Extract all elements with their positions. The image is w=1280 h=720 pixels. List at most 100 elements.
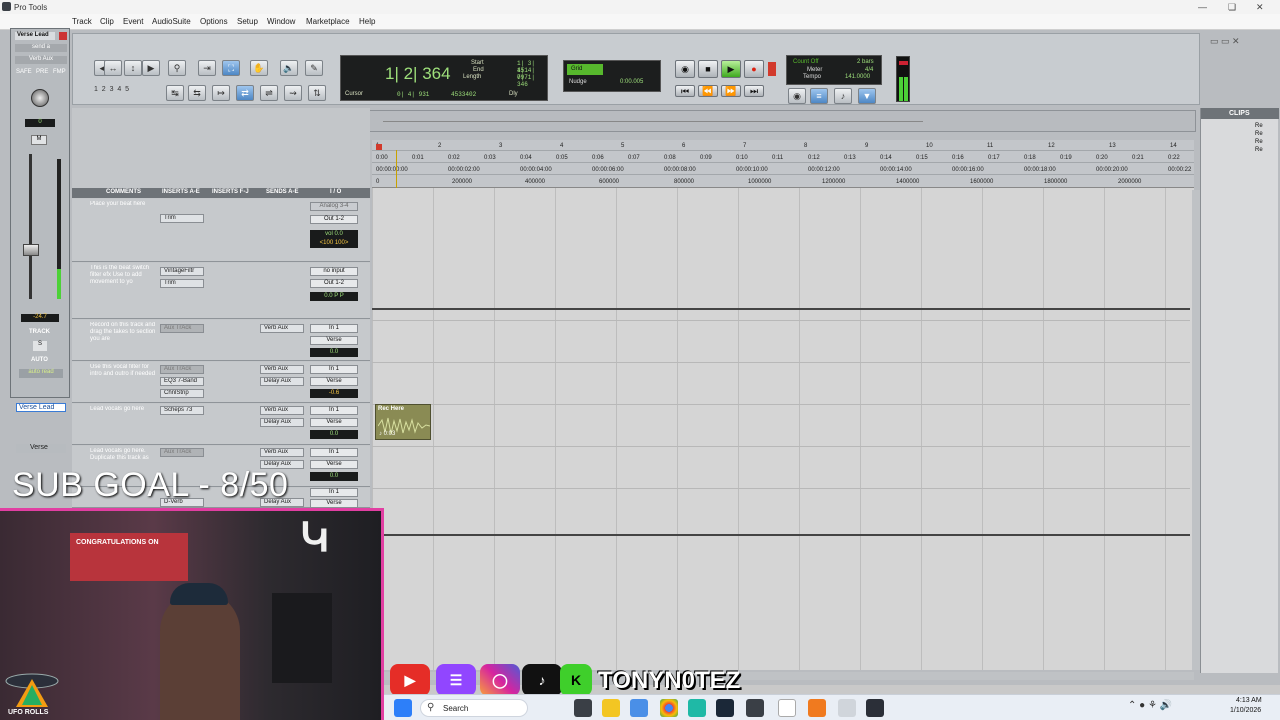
zoom-in-icon[interactable]: ▶	[142, 60, 160, 76]
metronome-icon[interactable]: ◉	[788, 88, 806, 104]
volume-value[interactable]: -0.6	[310, 389, 358, 398]
restore-button[interactable]: ❏	[1228, 2, 1236, 13]
link-timeline-icon[interactable]: ⇌	[260, 85, 278, 101]
length-value[interactable]: 0| 1| 346	[517, 74, 547, 88]
pencil-tool-icon[interactable]: ✎	[305, 60, 323, 76]
spot-mode-icon[interactable]: ↦	[212, 85, 230, 101]
send-slot[interactable]: Verb Aux	[260, 365, 304, 374]
delay-toggle[interactable]: Dly	[509, 91, 518, 97]
steam-icon[interactable]	[716, 699, 734, 717]
insert-slot[interactable]: Aux TrAck	[160, 448, 204, 457]
insert-slot[interactable]: Scheps 73	[160, 406, 204, 415]
clock-time[interactable]: 4:13 AM	[1236, 697, 1262, 704]
input-selector[interactable]: In 1	[310, 406, 358, 415]
send-slot[interactable]: Verb Aux	[260, 448, 304, 457]
output-selector[interactable]: Verse	[310, 499, 358, 508]
count-off[interactable]: Count Off	[793, 59, 819, 65]
menu-clip[interactable]: Clip	[100, 17, 114, 26]
zoom-vertical-icon[interactable]: ↕	[124, 60, 142, 76]
insert-slot[interactable]: EQ3 7-Band	[160, 377, 204, 386]
discord-icon[interactable]	[838, 699, 856, 717]
nudge-value[interactable]: 0:00.005	[620, 79, 643, 85]
send-selector[interactable]: send a	[15, 44, 67, 52]
output-selector[interactable]: Verse	[310, 336, 358, 345]
slip-mode-icon[interactable]: ⇆	[188, 85, 206, 101]
minsecs-ruler[interactable]: 0:00 0:01 0:02 0:03 0:04 0:05 0:06 0:07 …	[372, 152, 1194, 163]
track-row[interactable]: Use this vocal filter for intro and outr…	[72, 362, 370, 403]
zoomer-tool-icon[interactable]: ⚲	[168, 60, 186, 76]
col-comments[interactable]: COMMENTS	[106, 189, 141, 195]
midi-merge-icon[interactable]: ▼	[858, 88, 876, 104]
fmp-button[interactable]: FMP	[53, 69, 66, 75]
chrome-icon[interactable]	[660, 699, 678, 717]
track-comment[interactable]: Use this vocal filter for intro and outr…	[90, 364, 156, 402]
volume-value[interactable]: 0.0	[310, 472, 358, 481]
system-tray-icons[interactable]: ⌃ ● ⚘ 🔊	[1128, 700, 1172, 711]
clip-list-item[interactable]: Re	[1255, 123, 1263, 129]
insert-slot[interactable]: Aux TrAck	[160, 324, 204, 333]
insert-slot[interactable]: Aux TrAck	[160, 365, 204, 374]
volume-value[interactable]: vol 0.0	[310, 230, 358, 239]
channel-name[interactable]: Verse Lead	[15, 32, 55, 40]
zoom-horizontal-icon[interactable]: ↔	[104, 60, 122, 76]
send-slot[interactable]: Delay Aux	[260, 377, 304, 386]
insert-slot[interactable]: VintageFiltr	[160, 267, 204, 276]
edit-window-controls[interactable]: ▭ ▭ ✕	[1210, 36, 1240, 47]
clip-list-item[interactable]: Re	[1255, 139, 1263, 145]
input-selector[interactable]: In 1	[310, 324, 358, 333]
record-button[interactable]: ●	[744, 60, 764, 78]
minimize-button[interactable]: —	[1198, 2, 1207, 12]
safe-button[interactable]: SAFE	[16, 69, 32, 75]
pan-value[interactable]: <100 100>	[310, 239, 358, 248]
menu-audiosuite[interactable]: AudioSuite	[152, 17, 191, 26]
volume-value[interactable]: 0.0	[310, 348, 358, 357]
track-comment[interactable]: Record on this track and drag the takes …	[90, 322, 156, 360]
input-selector[interactable]: In 1	[310, 488, 358, 497]
clip-list-item[interactable]: Re	[1255, 131, 1263, 137]
menu-help[interactable]: Help	[359, 17, 375, 26]
rewind-button[interactable]: ⏪	[698, 85, 718, 97]
send-slot[interactable]: Verb Aux	[260, 406, 304, 415]
timecode-ruler[interactable]: 00:00:00:00 00:00:02:00 00:00:04:00 00:0…	[372, 164, 1194, 175]
hand-tool-icon[interactable]: ✋	[250, 60, 268, 76]
pro-tools-icon[interactable]	[866, 699, 884, 717]
grid-toggle[interactable]: Grid	[567, 64, 603, 75]
volume-value[interactable]: 0.0	[310, 430, 358, 439]
insert-slot[interactable]: Trim	[160, 279, 204, 288]
timeline-rulers[interactable]: 1 2 3 4 5 6 7 8 9 10 11 12 13 14 0:00 0:…	[372, 140, 1194, 188]
meter-value[interactable]: 4/4	[865, 67, 873, 73]
col-sends-ae[interactable]: SENDS A-E	[266, 189, 298, 195]
send-destination[interactable]: Verb Aux	[15, 56, 67, 64]
stop-button[interactable]: ■	[698, 60, 718, 78]
obs-icon[interactable]	[746, 699, 764, 717]
menu-setup[interactable]: Setup	[237, 17, 258, 26]
speaker-tool-icon[interactable]: 🔈	[280, 60, 298, 76]
samples-ruler[interactable]: 0 200000 400000 600000 800000 1000000 12…	[372, 176, 1194, 187]
taskbar-search[interactable]: ⚲ Search	[420, 699, 528, 717]
close-button[interactable]: ✕	[1256, 2, 1264, 13]
tab-to-transient-icon[interactable]: ⇝	[284, 85, 302, 101]
solo-button[interactable]: S	[33, 341, 47, 351]
selection-start-marker[interactable]	[376, 144, 382, 150]
start-icon[interactable]	[394, 699, 412, 717]
tempo-map-icon[interactable]: ≡	[810, 88, 828, 104]
edit-timeline[interactable]	[372, 188, 1194, 670]
mute-button[interactable]: M	[31, 135, 47, 145]
return-to-zero-button[interactable]: ⏮	[675, 85, 695, 97]
track-comment[interactable]: Lead vocals go here	[90, 406, 156, 444]
output-selector[interactable]: Out 1-2	[310, 279, 358, 288]
input-selector[interactable]: In 1	[310, 448, 358, 457]
output-selector[interactable]: Verse	[310, 460, 358, 469]
file-explorer-icon[interactable]	[602, 699, 620, 717]
track-row[interactable]: Record on this track and drag the takes …	[72, 320, 370, 361]
trim-tool-icon[interactable]: ⇥	[198, 60, 216, 76]
track-row[interactable]: This is the beat switch filter efx Use t…	[72, 263, 370, 319]
track-comment[interactable]: This is the beat switch filter efx Use t…	[90, 265, 156, 303]
automation-mode[interactable]: auto read	[19, 369, 63, 378]
main-counter[interactable]: 1| 2| 364 Start End Length 1| 3| 451 1| …	[340, 55, 548, 101]
go-to-end-button[interactable]: ⏭	[744, 85, 764, 97]
grabber-tool-icon[interactable]: ⛶	[222, 60, 240, 76]
store-icon[interactable]	[630, 699, 648, 717]
input-selector[interactable]: Analog 3-4	[310, 202, 358, 211]
online-button[interactable]: ◉	[675, 60, 695, 78]
